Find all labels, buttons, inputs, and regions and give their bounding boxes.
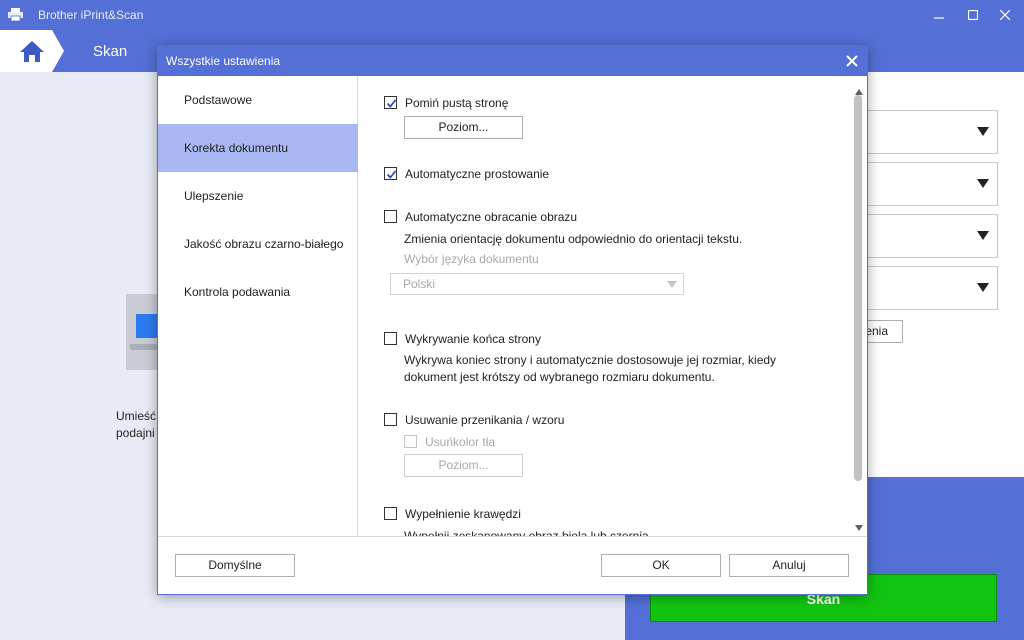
maximize-button[interactable] bbox=[956, 0, 990, 30]
language-select-value: Polski bbox=[403, 277, 436, 291]
language-select[interactable]: Polski bbox=[390, 273, 684, 295]
dropdown-arrow-icon bbox=[977, 179, 989, 188]
bleed-through-label: Usuwanie przenikania / wzoru bbox=[405, 413, 565, 427]
checkmark-icon bbox=[386, 170, 397, 179]
app-titlebar: Brother iPrint&Scan bbox=[0, 0, 1024, 30]
bleed-through-checkbox[interactable] bbox=[384, 413, 397, 426]
edge-fill-checkbox[interactable] bbox=[384, 507, 397, 520]
maximize-icon bbox=[968, 10, 978, 20]
dialog-footer: Domyślne OK Anuluj bbox=[158, 536, 867, 594]
skip-blank-checkbox[interactable] bbox=[384, 96, 397, 109]
edge-fill-label: Wypełnienie krawędzi bbox=[405, 507, 521, 521]
ok-button[interactable]: OK bbox=[601, 554, 721, 577]
instruction-line-1: Umieść bbox=[116, 409, 157, 423]
skip-blank-label: Pomiń pustą stronę bbox=[405, 96, 509, 110]
dialog-title: Wszystkie ustawienia bbox=[166, 54, 281, 68]
end-of-page-description-line-2: dokument jest krótszy od wybranego rozmi… bbox=[404, 370, 715, 384]
end-of-page-description-line-1: Wykrywa koniec strony i automatycznie do… bbox=[404, 353, 777, 367]
home-button[interactable] bbox=[0, 30, 64, 72]
scroll-down-arrow-icon[interactable] bbox=[855, 525, 863, 531]
end-of-page-label: Wykrywanie końca strony bbox=[405, 332, 541, 346]
app-title: Brother iPrint&Scan bbox=[38, 8, 144, 22]
dialog-sidebar: Podstawowe Korekta dokumentu Ulepszenie … bbox=[158, 76, 358, 536]
dialog-titlebar: Wszystkie ustawienia bbox=[158, 46, 867, 76]
sidebar-item-podstawowe[interactable]: Podstawowe bbox=[158, 76, 358, 124]
edge-fill-description: Wypełnij zeskanowany obraz bielą lub cze… bbox=[404, 529, 649, 536]
sidebar-item-kontrola-podawania[interactable]: Kontrola podawania bbox=[158, 268, 358, 316]
sidebar-item-jakosc-obrazu[interactable]: Jakość obrazu czarno-białego bbox=[158, 220, 358, 268]
nav-title: Skan bbox=[93, 43, 128, 60]
end-of-page-description: Wykrywa koniec strony i automatycznie do… bbox=[404, 352, 824, 386]
remove-bg-color-checkbox[interactable] bbox=[404, 435, 417, 448]
end-of-page-checkbox[interactable] bbox=[384, 332, 397, 345]
minimize-icon bbox=[934, 17, 944, 19]
scroll-thumb[interactable] bbox=[854, 95, 862, 481]
checkmark-icon bbox=[386, 99, 397, 108]
auto-deskew-label: Automatyczne prostowanie bbox=[405, 167, 550, 181]
dialog-content: Pomiń pustą stronę Poziom... Automatyczn… bbox=[359, 76, 867, 536]
dropdown-arrow-icon bbox=[977, 127, 989, 136]
bleed-through-level-button[interactable]: Poziom... bbox=[404, 454, 523, 477]
close-icon bbox=[1000, 10, 1010, 20]
instruction-line-2: podajni bbox=[116, 426, 155, 440]
auto-rotate-description: Zmienia orientację dokumentu odpowiednio… bbox=[404, 232, 743, 246]
dialog-close-button[interactable] bbox=[843, 52, 861, 70]
default-button[interactable]: Domyślne bbox=[175, 554, 295, 577]
auto-rotate-label: Automatyczne obracanie obrazu bbox=[405, 210, 578, 224]
sidebar-item-ulepszenie[interactable]: Ulepszenie bbox=[158, 172, 358, 220]
content-scrollbar[interactable] bbox=[852, 89, 865, 536]
language-select-label: Wybór języka dokumentu bbox=[404, 252, 539, 266]
auto-rotate-checkbox[interactable] bbox=[384, 210, 397, 223]
sidebar-item-korekta-dokumentu[interactable]: Korekta dokumentu bbox=[158, 124, 358, 172]
printer-app-icon bbox=[8, 8, 23, 21]
dropdown-arrow-icon bbox=[667, 281, 677, 288]
cancel-button[interactable]: Anuluj bbox=[729, 554, 849, 577]
minimize-button[interactable] bbox=[922, 0, 956, 30]
instruction-text: Umieść podajni bbox=[116, 408, 156, 442]
skip-blank-level-button[interactable]: Poziom... bbox=[404, 116, 523, 139]
dropdown-arrow-icon bbox=[977, 231, 989, 240]
dropdown-arrow-icon bbox=[977, 283, 989, 292]
all-settings-dialog: Wszystkie ustawienia Podstawowe Korekta … bbox=[157, 45, 868, 595]
window-close-button[interactable] bbox=[988, 0, 1022, 30]
auto-deskew-checkbox[interactable] bbox=[384, 167, 397, 180]
remove-bg-color-label: Usuńkolor tła bbox=[425, 435, 496, 449]
